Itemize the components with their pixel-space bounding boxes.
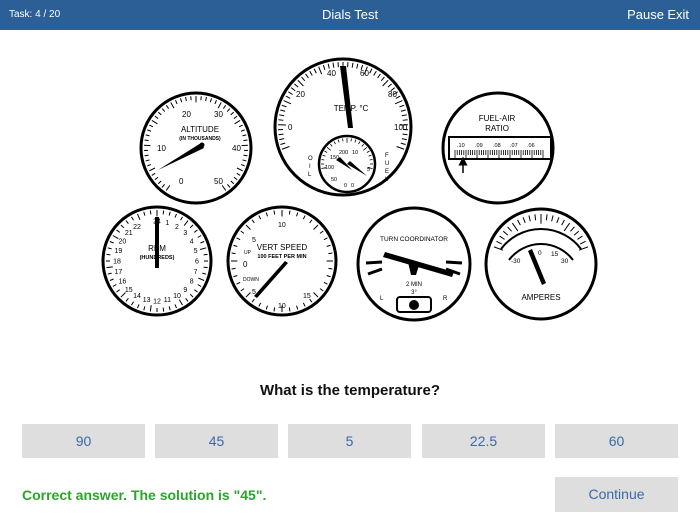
rpm-tick: 4 bbox=[190, 239, 194, 246]
rpm-tick: 17 bbox=[114, 269, 122, 276]
continue-button[interactable]: Continue bbox=[555, 477, 678, 512]
answer-option-3[interactable]: 5 bbox=[288, 424, 411, 458]
fuel-air-tick: .07 bbox=[510, 143, 518, 149]
amp-tick: 15 bbox=[551, 251, 559, 258]
rpm-tick: 1 bbox=[165, 220, 169, 227]
amp-tick: -30 bbox=[511, 258, 521, 265]
amperes-gauge: -30 0 15 30 AMPERES bbox=[484, 207, 598, 321]
answer-option-1[interactable]: 90 bbox=[22, 424, 145, 458]
sub-tick: 10 bbox=[352, 150, 358, 156]
altitude-tick: 20 bbox=[182, 110, 191, 119]
rpm-tick: 16 bbox=[118, 279, 126, 286]
amp-tick: 30 bbox=[561, 258, 569, 265]
temp-tick: 60 bbox=[360, 69, 369, 78]
rpm-gauge: 2412345678910111213141516171819202122 RP… bbox=[101, 205, 213, 317]
turn-right: R bbox=[443, 296, 448, 302]
sub-tick: 5 bbox=[367, 167, 370, 173]
vs-sublabel: 100 FEET PER MIN bbox=[257, 254, 306, 260]
rpm-tick: 10 bbox=[173, 293, 181, 300]
rpm-tick: 14 bbox=[133, 293, 141, 300]
fuel-label-u: U bbox=[385, 161, 389, 167]
altitude-tick: 30 bbox=[214, 110, 223, 119]
rpm-tick: 3 bbox=[183, 230, 187, 237]
sub-tick: 0 bbox=[344, 183, 347, 189]
sub-tick: 200 bbox=[339, 150, 348, 156]
feedback-message: Correct answer. The solution is "45". bbox=[22, 487, 267, 503]
temp-tick: 20 bbox=[296, 90, 305, 99]
fuel-air-sublabel: RATIO bbox=[485, 124, 509, 133]
turn-min: 2 MIN bbox=[406, 282, 422, 288]
vs-tick: 0 bbox=[243, 260, 248, 269]
altitude-tick: 50 bbox=[214, 177, 223, 186]
rpm-tick: 20 bbox=[118, 239, 126, 246]
temp-tick: 80 bbox=[388, 90, 397, 99]
rpm-tick: 6 bbox=[195, 259, 199, 266]
temperature-gauge: 40 60 20 80 0 100 TEMP. °C 200 150 10 10… bbox=[273, 57, 413, 197]
sub-tick: 0 bbox=[351, 183, 354, 189]
turn-deg: 3° bbox=[411, 290, 417, 296]
fuel-air-tick: .06 bbox=[527, 143, 535, 149]
answer-option-2[interactable]: 45 bbox=[155, 424, 278, 458]
fuel-air-gauge: FUEL-AIR RATIO .10 .09 .08 .07 .06 bbox=[441, 91, 555, 205]
vs-tick: 5 bbox=[252, 237, 256, 244]
turn-coordinator-gauge: TURN COORDINATOR 2 MIN 3° L R bbox=[356, 206, 472, 322]
fuel-air-tick: .09 bbox=[475, 143, 483, 149]
exit-button[interactable]: Exit bbox=[667, 7, 689, 22]
altitude-gauge: 20 30 10 40 0 50 ALTITUDE (IN THOUSANDS) bbox=[139, 91, 253, 205]
sub-tick: 50 bbox=[331, 177, 337, 183]
answer-option-4[interactable]: 22.5 bbox=[422, 424, 545, 458]
top-bar: Task: 4 / 20 Dials Test Pause Exit bbox=[0, 0, 700, 30]
altitude-label: ALTITUDE bbox=[181, 125, 219, 134]
fuel-air-label: FUEL-AIR bbox=[479, 114, 516, 123]
rpm-tick: 15 bbox=[125, 287, 133, 294]
turn-label: TURN COORDINATOR bbox=[380, 236, 448, 243]
rpm-tick: 12 bbox=[153, 299, 161, 306]
vs-tick: UP bbox=[244, 250, 252, 256]
vs-tick: DOWN bbox=[243, 277, 259, 283]
vs-tick: 10 bbox=[278, 303, 286, 310]
rpm-tick: 8 bbox=[190, 279, 194, 286]
amp-tick: 0 bbox=[538, 250, 542, 257]
rpm-tick: 7 bbox=[194, 269, 198, 276]
turn-ball bbox=[409, 300, 419, 310]
altitude-tick: 40 bbox=[232, 144, 241, 153]
pause-button[interactable]: Pause bbox=[627, 7, 664, 22]
altitude-tick: 10 bbox=[157, 144, 166, 153]
rpm-tick: 13 bbox=[143, 297, 151, 304]
gauge-panel: 20 30 10 40 0 50 ALTITUDE (IN THOUSANDS)… bbox=[101, 57, 598, 322]
temp-tick: 40 bbox=[327, 69, 336, 78]
rpm-tick: 2 bbox=[175, 224, 179, 231]
rpm-tick: 21 bbox=[125, 230, 133, 237]
temp-tick: 100 bbox=[394, 123, 408, 132]
vertical-speed-gauge: 10 5 UP 0 DOWN 5 15 10 VERT SPEED 100 FE… bbox=[226, 205, 338, 317]
rpm-tick: 5 bbox=[194, 248, 198, 255]
sub-tick: 100 bbox=[325, 165, 334, 171]
fuel-label-e: E bbox=[385, 169, 389, 175]
altitude-sublabel: (IN THOUSANDS) bbox=[179, 136, 221, 142]
rpm-tick: 18 bbox=[113, 259, 121, 266]
page-title: Dials Test bbox=[321, 7, 379, 22]
rpm-needle bbox=[155, 217, 159, 268]
rpm-tick: 22 bbox=[133, 224, 141, 231]
vs-tick: 15 bbox=[303, 293, 311, 300]
temp-tick: 0 bbox=[288, 123, 293, 132]
rpm-tick: 9 bbox=[183, 287, 187, 294]
answer-option-5[interactable]: 60 bbox=[555, 424, 678, 458]
rpm-tick: 11 bbox=[164, 297, 171, 304]
rpm-tick: 19 bbox=[114, 248, 122, 255]
fuel-air-tick: .08 bbox=[493, 143, 501, 149]
question-text: What is the temperature? bbox=[259, 382, 441, 399]
fuel-air-tick: .10 bbox=[457, 143, 465, 149]
amperes-label: AMPERES bbox=[521, 293, 560, 302]
vs-label: VERT SPEED bbox=[257, 243, 308, 252]
altitude-tick: 0 bbox=[179, 177, 184, 186]
oil-label-o: O bbox=[308, 156, 313, 162]
vs-tick: 10 bbox=[278, 222, 286, 229]
answer-options: 90 45 5 22.5 60 bbox=[22, 424, 678, 458]
fuel-label-f: F bbox=[385, 153, 389, 159]
